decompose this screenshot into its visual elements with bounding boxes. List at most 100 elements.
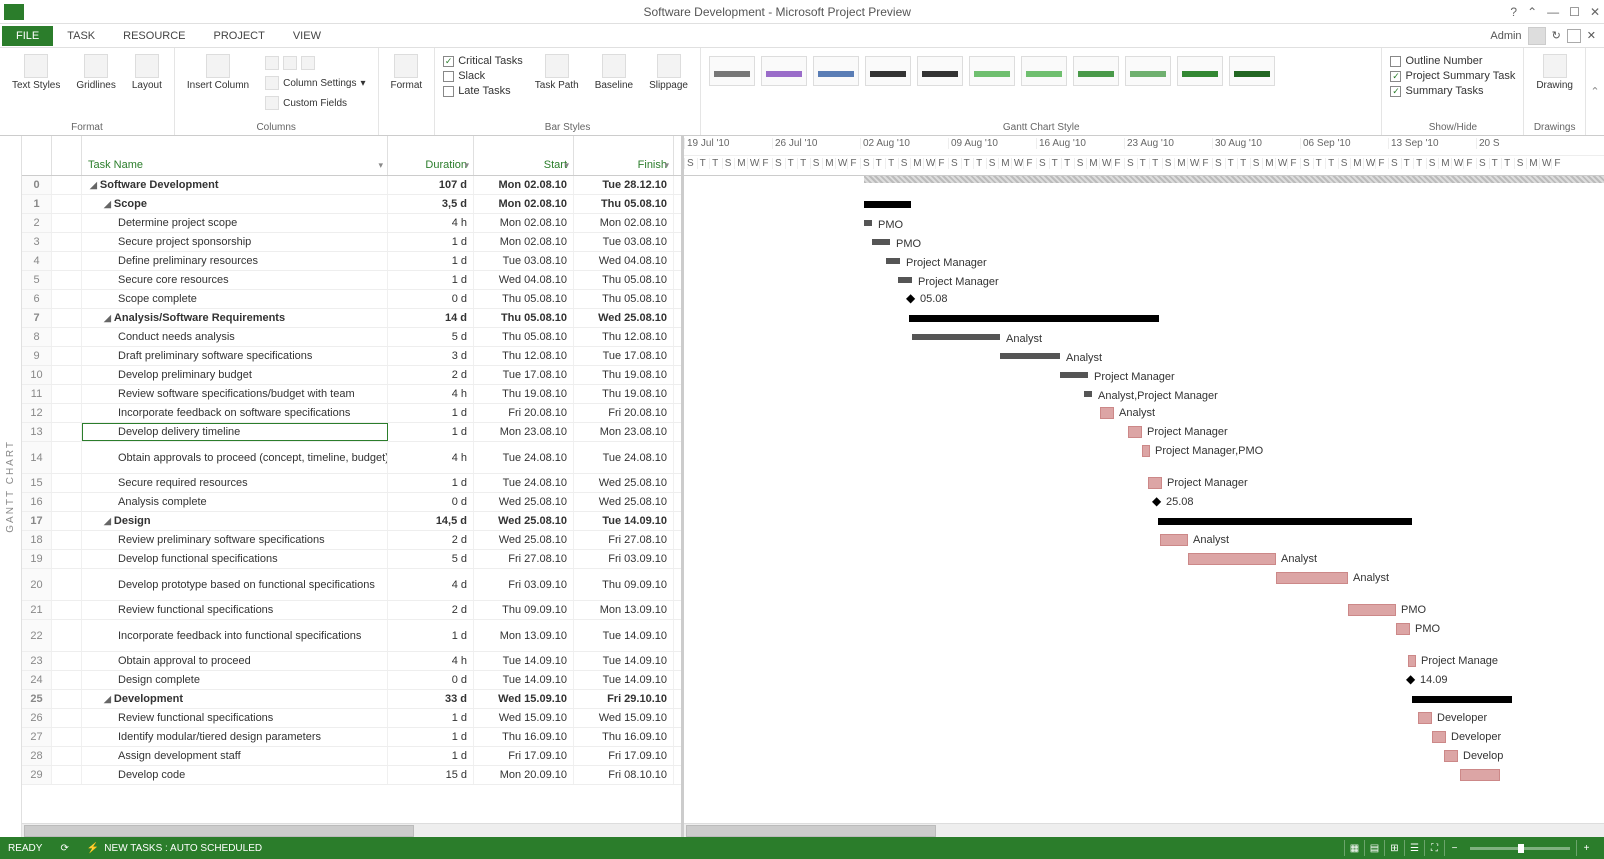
duration-cell[interactable]: 14 d [388, 309, 474, 327]
table-row[interactable]: 2Determine project scope4 hMon 02.08.10M… [22, 214, 681, 233]
col-start-header[interactable]: Start▾ [474, 136, 574, 175]
grid-body[interactable]: 0◢Software Development107 dMon 02.08.10T… [22, 176, 681, 823]
task-name-cell[interactable]: ◢Design [82, 512, 388, 530]
chart-hscroll[interactable] [684, 823, 1604, 837]
gantt-style-swatch[interactable] [865, 56, 911, 86]
gantt-style-swatch[interactable] [1229, 56, 1275, 86]
chart-row[interactable]: Project Manager [684, 474, 1604, 493]
tab-view[interactable]: VIEW [279, 26, 335, 46]
start-cell[interactable]: Thu 12.08.10 [474, 347, 574, 365]
row-id[interactable]: 27 [22, 728, 52, 746]
finish-cell[interactable]: Mon 23.08.10 [574, 423, 674, 441]
status-sync-icon[interactable]: ⟳ [60, 843, 68, 854]
chart-row[interactable]: Analyst [684, 550, 1604, 569]
task-name-cell[interactable]: Secure required resources [82, 474, 388, 492]
grid-hscroll[interactable] [22, 823, 681, 837]
finish-cell[interactable]: Wed 25.08.10 [574, 474, 674, 492]
start-cell[interactable]: Thu 05.08.10 [474, 290, 574, 308]
finish-cell[interactable]: Thu 16.09.10 [574, 728, 674, 746]
finish-cell[interactable]: Thu 05.08.10 [574, 195, 674, 213]
slippage-button[interactable]: Slippage [645, 52, 692, 93]
duration-cell[interactable]: 2 d [388, 366, 474, 384]
table-row[interactable]: 14Obtain approvals to proceed (concept, … [22, 442, 681, 474]
start-cell[interactable]: Wed 15.09.10 [474, 709, 574, 727]
row-id[interactable]: 19 [22, 550, 52, 568]
start-cell[interactable]: Thu 09.09.10 [474, 601, 574, 619]
gantt-style-swatch[interactable] [761, 56, 807, 86]
chart-row[interactable] [684, 309, 1604, 328]
table-row[interactable]: 22Incorporate feedback into functional s… [22, 620, 681, 652]
chart-row[interactable]: Project Manager [684, 366, 1604, 385]
table-row[interactable]: 20Develop prototype based on functional … [22, 569, 681, 601]
duration-cell[interactable]: 1 d [388, 474, 474, 492]
task-name-cell[interactable]: Review software specifications/budget wi… [82, 385, 388, 403]
duration-cell[interactable]: 1 d [388, 728, 474, 746]
project-summary-check[interactable]: ✓Project Summary Task [1390, 69, 1515, 83]
task-name-cell[interactable]: Secure project sponsorship [82, 233, 388, 251]
timeline-header[interactable]: 19 Jul '1026 Jul '1002 Aug '1009 Aug '10… [684, 136, 1604, 176]
view-gantt-icon[interactable]: ▦ [1344, 840, 1364, 856]
chart-row[interactable]: Project Manager,PMO [684, 442, 1604, 474]
task-name-cell[interactable]: Assign development staff [82, 747, 388, 765]
gantt-bar[interactable]: Developer [1432, 731, 1446, 743]
gantt-style-swatch[interactable] [917, 56, 963, 86]
gantt-style-swatch[interactable] [1177, 56, 1223, 86]
chart-row[interactable]: Analyst [684, 404, 1604, 423]
gantt-bar[interactable]: Project Manager [1148, 477, 1162, 489]
start-cell[interactable]: Fri 17.09.10 [474, 747, 574, 765]
chart-row[interactable]: Develop [684, 747, 1604, 766]
task-name-cell[interactable]: ◢Software Development [82, 176, 388, 194]
table-row[interactable]: 4Define preliminary resources1 dTue 03.0… [22, 252, 681, 271]
finish-cell[interactable]: Tue 28.12.10 [574, 176, 674, 194]
slack-check[interactable]: Slack [443, 69, 523, 83]
chart-row[interactable]: Project Manager [684, 271, 1604, 290]
gantt-style-swatch[interactable] [1073, 56, 1119, 86]
row-id[interactable]: 18 [22, 531, 52, 549]
zoom-slider[interactable] [1470, 847, 1570, 850]
finish-cell[interactable]: Thu 05.08.10 [574, 271, 674, 289]
row-id[interactable]: 7 [22, 309, 52, 327]
table-row[interactable]: 27Identify modular/tiered design paramet… [22, 728, 681, 747]
duration-cell[interactable]: 1 d [388, 620, 474, 651]
table-row[interactable]: 11Review software specifications/budget … [22, 385, 681, 404]
chart-row[interactable]: PMO [684, 233, 1604, 252]
summary-tasks-check[interactable]: ✓Summary Tasks [1390, 84, 1515, 98]
align-buttons[interactable] [261, 54, 369, 72]
task-name-cell[interactable]: Obtain approvals to proceed (concept, ti… [82, 442, 388, 473]
gantt-bar[interactable]: Project Manage [1408, 655, 1416, 667]
row-id[interactable]: 15 [22, 474, 52, 492]
gantt-bar[interactable] [1460, 769, 1500, 781]
finish-cell[interactable]: Wed 04.08.10 [574, 252, 674, 270]
sync-icon[interactable]: ↻ [1552, 29, 1561, 42]
start-cell[interactable]: Wed 15.09.10 [474, 690, 574, 708]
finish-cell[interactable]: Thu 19.08.10 [574, 385, 674, 403]
duration-cell[interactable]: 5 d [388, 328, 474, 346]
task-name-cell[interactable]: Analysis complete [82, 493, 388, 511]
finish-cell[interactable]: Wed 15.09.10 [574, 709, 674, 727]
format-button[interactable]: Format [387, 52, 427, 93]
task-name-cell[interactable]: Draft preliminary software specification… [82, 347, 388, 365]
table-row[interactable]: 1◢Scope3,5 dMon 02.08.10Thu 05.08.10 [22, 195, 681, 214]
row-id[interactable]: 0 [22, 176, 52, 194]
gantt-style-swatch[interactable] [1125, 56, 1171, 86]
gantt-bar[interactable]: PMO [1396, 623, 1410, 635]
row-id[interactable]: 20 [22, 569, 52, 600]
start-cell[interactable]: Mon 02.08.10 [474, 195, 574, 213]
start-cell[interactable]: Thu 05.08.10 [474, 328, 574, 346]
duration-cell[interactable]: 0 d [388, 493, 474, 511]
gantt-bar[interactable]: Develop [1444, 750, 1458, 762]
chart-row[interactable] [684, 690, 1604, 709]
view-calendar-icon[interactable]: ▤ [1364, 840, 1384, 856]
start-cell[interactable]: Mon 23.08.10 [474, 423, 574, 441]
duration-cell[interactable]: 1 d [388, 709, 474, 727]
late-tasks-check[interactable]: Late Tasks [443, 84, 523, 98]
task-name-cell[interactable]: ◢Analysis/Software Requirements [82, 309, 388, 327]
table-row[interactable]: 10Develop preliminary budget2 dTue 17.08… [22, 366, 681, 385]
qat-item[interactable] [30, 5, 44, 19]
table-row[interactable]: 6Scope complete0 dThu 05.08.10Thu 05.08.… [22, 290, 681, 309]
task-name-cell[interactable]: Review functional specifications [82, 709, 388, 727]
table-row[interactable]: 0◢Software Development107 dMon 02.08.10T… [22, 176, 681, 195]
finish-cell[interactable]: Tue 14.09.10 [574, 512, 674, 530]
gantt-bar[interactable] [909, 315, 1159, 322]
task-name-cell[interactable]: Define preliminary resources [82, 252, 388, 270]
